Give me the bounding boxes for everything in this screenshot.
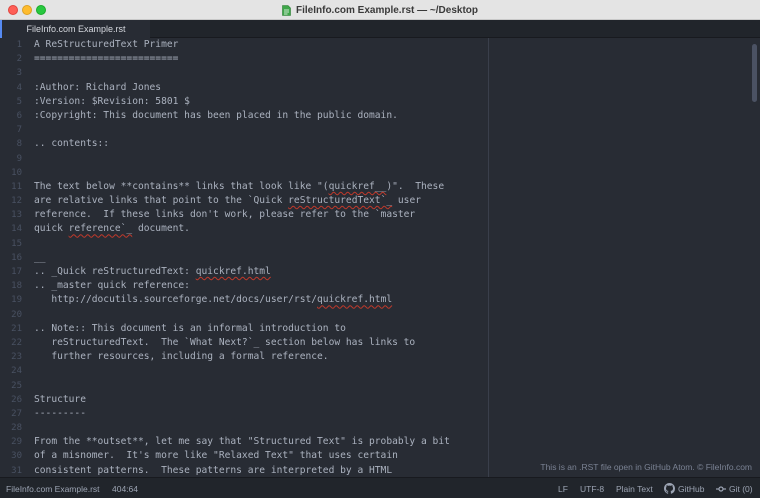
line-number: 25 [11,380,22,391]
status-line-ending[interactable]: LF [558,478,568,498]
status-bar: FileInfo.com Example.rst 404:64 LF UTF-8… [0,477,760,498]
status-file-name[interactable]: FileInfo.com Example.rst [6,478,100,498]
code-line[interactable]: ========================= [34,52,504,66]
code-line[interactable]: Structure [34,393,504,407]
watermark-text: This is an .RST file open in GitHub Atom… [540,462,752,472]
line-number: 24 [11,366,22,377]
tab-bar: FileInfo.com Example.rst [0,20,760,38]
code-line[interactable]: of a misnomer. It's more like "Relaxed T… [34,449,504,463]
vertical-scrollbar[interactable] [752,44,757,102]
line-number: 11 [11,181,22,192]
spellcheck-underline: quickref.html [317,294,393,306]
code-line[interactable]: :Version: $Revision: 5801 $ [34,95,504,109]
line-number-gutter: 1 2 3 4 5 6 7 8 9 10 11 12 13 14 15 16 17 18 19 20 21 22 23 24 2… [0,38,26,477]
line-number: 14 [11,224,22,235]
line-number: 15 [11,238,22,249]
github-icon [664,483,675,494]
line-number: 17 [11,267,22,277]
line-number: 19 [11,295,22,306]
line-number: 12 [11,196,22,207]
spellcheck-underline: quickref.html [195,266,271,277]
code-line[interactable]: reStructuredText. The `What Next?`_ sect… [34,336,504,350]
line-number: 7 [16,125,22,136]
line-number: 2 [16,54,22,65]
code-line[interactable] [34,379,504,393]
line-number: 13 [11,210,22,221]
status-cursor-position[interactable]: 404:64 [112,478,138,498]
code-line[interactable] [34,421,504,435]
status-git-button[interactable]: Git (0) [716,478,753,498]
code-line[interactable] [34,237,504,251]
github-label: GitHub [678,483,705,494]
code-line[interactable]: .. _Quick reStructuredText: quickref.htm… [34,265,504,279]
line-number: 4 [16,82,22,93]
code-line[interactable] [34,152,504,166]
line-number: 20 [11,309,22,320]
line-number: 8 [16,139,22,150]
line-number: 27 [11,408,22,419]
line-number: 18 [11,281,22,292]
window-title: FileInfo.com Example.rst — ~/Desktop [296,4,478,16]
code-line[interactable] [34,66,504,80]
tab-file[interactable]: FileInfo.com Example.rst [0,20,150,38]
spellcheck-underline: reStructuredText`_ [288,195,393,207]
status-grammar[interactable]: Plain Text [616,478,653,498]
code-line[interactable] [34,166,504,180]
git-commit-icon [716,485,726,492]
line-number: 31 [11,465,22,476]
code-line[interactable]: .. contents:: [34,137,504,151]
git-label: Git (0) [729,483,753,494]
spellcheck-underline: reference`_ [68,223,133,235]
title-bar: FileInfo.com Example.rst — ~/Desktop [0,0,760,20]
code-line[interactable]: --------- [34,407,504,421]
tab-label: FileInfo.com Example.rst [26,24,126,34]
line-number: 10 [11,167,22,178]
code-line[interactable]: The text below **contains** links that l… [34,180,504,194]
line-number: 30 [11,451,22,462]
code-line[interactable]: http://docutils.sourceforge.net/docs/use… [34,293,504,307]
code-line[interactable]: :Copyright: This document has been place… [34,109,504,123]
code-line[interactable]: __ [34,251,504,265]
code-line[interactable]: quick reference`_ document. [34,222,504,236]
wrap-guide [488,38,489,477]
line-number: 22 [11,337,22,348]
line-number: 21 [11,323,22,334]
code-line[interactable] [34,308,504,322]
line-number: 1 [16,40,22,50]
code-line[interactable] [34,364,504,378]
document-icon [282,4,291,16]
code-line[interactable]: A ReStructuredText Primer [34,38,504,52]
line-number: 28 [11,423,22,434]
code-line[interactable] [34,123,504,137]
code-line[interactable]: :Author: Richard Jones [34,81,504,95]
line-number: 23 [11,352,22,363]
text-editor[interactable]: 1 2 3 4 5 6 7 8 9 10 11 12 13 14 15 16 17 18 19 20 21 22 23 24 2… [0,38,760,477]
status-encoding[interactable]: UTF-8 [580,478,604,498]
code-line[interactable]: reference. If these links don't work, pl… [34,208,504,222]
line-number: 26 [11,394,22,405]
line-number: 3 [16,68,22,79]
code-area[interactable]: A ReStructuredText Primer ===============… [34,38,504,477]
line-number: 5 [16,96,22,107]
code-line[interactable]: From the **outset**, let me say that "St… [34,435,504,449]
line-number: 29 [11,437,22,448]
spellcheck-underline: quickref__ [328,180,387,192]
code-line[interactable]: .. Note:: This document is an informal i… [34,322,504,336]
line-number: 6 [16,110,22,121]
code-line[interactable]: further resources, including a formal re… [34,350,504,364]
code-line[interactable]: consistent patterns. These patterns are … [34,464,504,477]
status-github-button[interactable]: GitHub [664,478,704,498]
code-line[interactable]: are relative links that point to the `Qu… [34,194,504,208]
line-number: 9 [16,153,22,164]
code-line[interactable]: .. _master quick reference: [34,279,504,293]
line-number: 16 [11,252,22,263]
